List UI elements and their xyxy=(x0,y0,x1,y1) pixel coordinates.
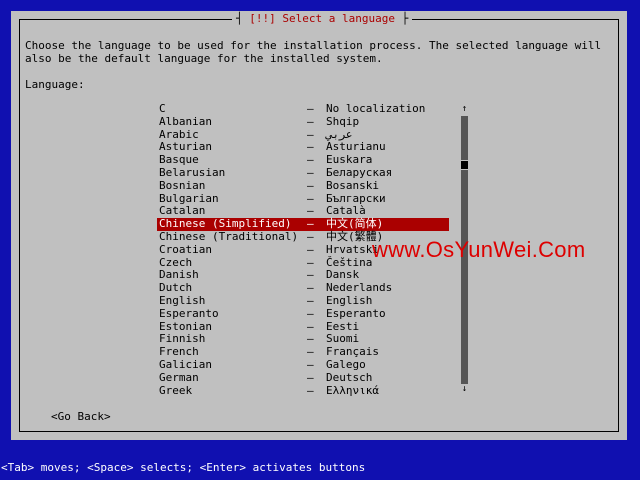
language-name: Galician xyxy=(159,357,212,371)
language-native-name: Deutsch xyxy=(326,370,373,384)
dialog-title-text: Select a language xyxy=(282,12,395,25)
language-native-name: English xyxy=(326,293,373,307)
installer-screen: ┤ [!!] Select a language ├ Choose the la… xyxy=(0,0,640,480)
language-option[interactable]: Finnish – Suomi xyxy=(157,333,449,346)
language-separator: – xyxy=(307,306,314,320)
language-option[interactable]: Galician – Galego xyxy=(157,357,449,372)
language-option[interactable]: C – No localization xyxy=(157,102,449,116)
watermark: www.OsYunWei.Com xyxy=(372,237,586,262)
language-option[interactable]: Albanian – Shqip xyxy=(157,114,449,129)
language-separator: – xyxy=(307,178,314,192)
language-separator: – xyxy=(307,242,314,256)
language-name: Greek xyxy=(159,383,193,397)
language-name: English xyxy=(159,293,206,307)
language-separator: – xyxy=(307,229,314,243)
language-native-name: Galego xyxy=(326,357,366,371)
language-option[interactable]: Bosnian – Bosanski xyxy=(157,178,449,193)
intro-text: Choose the language to be used for the i… xyxy=(25,39,608,65)
language-native-name: No localization xyxy=(326,102,426,115)
language-separator: – xyxy=(307,357,314,371)
language-option[interactable]: Danish – Dansk xyxy=(157,269,449,282)
select-language-dialog: ┤ [!!] Select a language ├ Choose the la… xyxy=(11,11,627,440)
language-separator: – xyxy=(307,102,314,115)
language-name: Bosnian xyxy=(159,178,206,192)
scrollbar-thumb[interactable] xyxy=(461,160,468,170)
language-option[interactable]: German – Deutsch xyxy=(157,370,449,385)
language-separator: – xyxy=(307,114,314,128)
language-native-name: Ελληνικά xyxy=(326,383,379,397)
dialog-title-prefix: [!!] xyxy=(249,12,276,25)
language-option[interactable]: Asturian – Asturianu xyxy=(157,141,449,154)
language-name: Chinese (Traditional) xyxy=(159,229,299,243)
language-name: Belarusian xyxy=(159,165,226,179)
dialog-title: ┤ [!!] Select a language ├ xyxy=(232,12,413,25)
language-native-name: Беларуская xyxy=(326,165,393,179)
language-name: Croatian xyxy=(159,242,212,256)
language-separator: – xyxy=(307,370,314,384)
go-back-button[interactable]: <Go Back> xyxy=(51,410,111,423)
language-option[interactable]: Greek – Ελληνικά xyxy=(157,383,449,398)
language-separator: – xyxy=(307,293,314,307)
language-name: Esperanto xyxy=(159,306,219,320)
language-native-name: Bosanski xyxy=(326,178,379,192)
language-name: C xyxy=(159,102,166,115)
scroll-up-arrow-icon[interactable]: ↑ xyxy=(460,103,469,115)
language-option[interactable]: Belarusian – Беларуская xyxy=(157,165,449,180)
language-name: Albanian xyxy=(159,114,212,128)
language-native-name: Esperanto xyxy=(326,306,386,320)
language-separator: – xyxy=(307,165,314,179)
status-bar: <Tab> moves; <Space> selects; <Enter> ac… xyxy=(1,461,366,474)
language-native-name: Shqip xyxy=(326,114,360,128)
language-label: Language: xyxy=(25,78,85,91)
language-option[interactable]: Esperanto – Esperanto xyxy=(157,306,449,321)
language-name: German xyxy=(159,370,199,384)
language-separator: – xyxy=(307,383,314,397)
scroll-down-arrow-icon[interactable]: ↓ xyxy=(460,383,469,395)
language-option[interactable]: English – English xyxy=(157,293,449,308)
